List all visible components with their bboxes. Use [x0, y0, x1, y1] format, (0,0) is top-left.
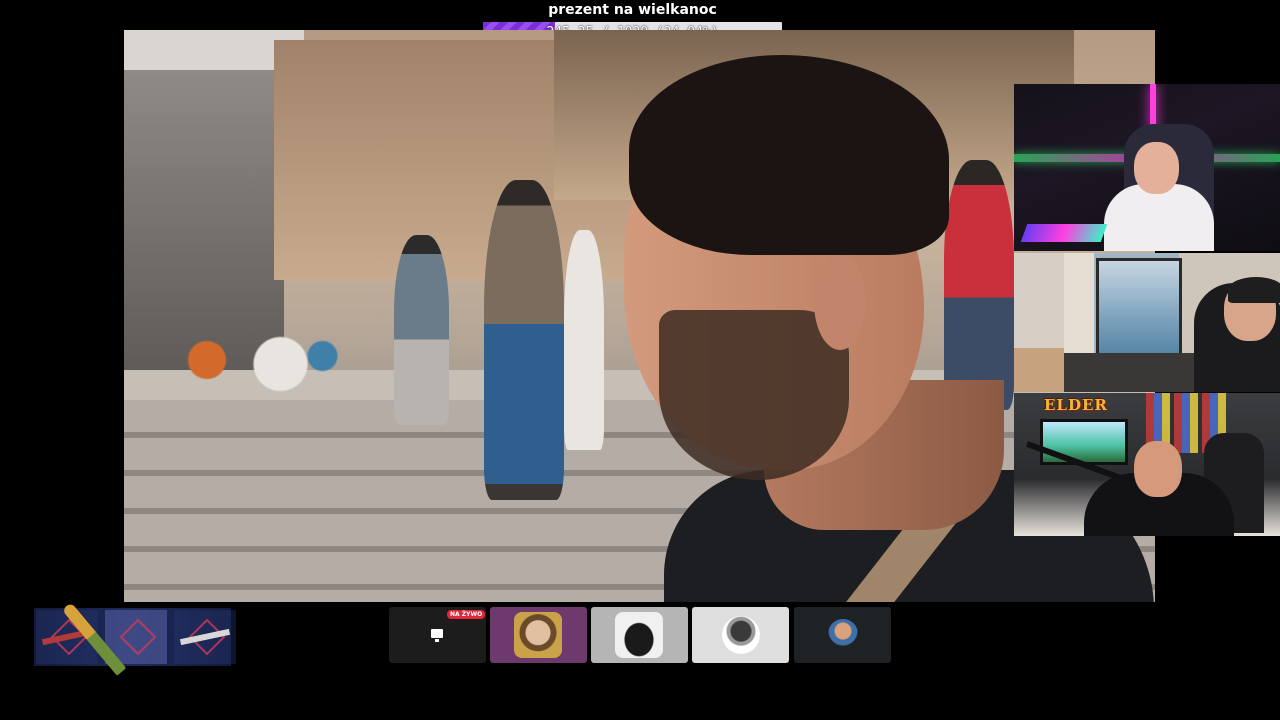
curtain: [1064, 253, 1094, 363]
channel-avatar: [828, 619, 858, 649]
channel-avatar: [615, 612, 663, 658]
webcam-streamer-2: [1014, 253, 1280, 392]
stream-tile[interactable]: [591, 607, 688, 663]
tv-cabinet: [1014, 348, 1064, 392]
video-host-ear: [814, 255, 866, 350]
stream-tile[interactable]: [794, 607, 891, 663]
goal-title: prezent na wielkanoc: [548, 2, 717, 18]
webcam-streamer-1: [1014, 84, 1280, 251]
stream-tile-live[interactable]: NA ŻYWO: [389, 607, 486, 663]
streamer-headset: [1228, 277, 1280, 303]
skins-showcase: [34, 608, 236, 666]
channel-avatar: [722, 616, 760, 654]
balcony-window: [1096, 258, 1182, 364]
video-bystander: [484, 180, 564, 500]
live-badge: NA ŻYWO: [447, 610, 486, 619]
webcam-streamer-3: ELDER: [1014, 393, 1280, 536]
elder-logo: ELDER: [1044, 396, 1108, 414]
skin-slot: [174, 610, 236, 664]
hexagon-icon: [119, 618, 157, 656]
video-crowd: [144, 320, 354, 400]
stream-tile[interactable]: [490, 607, 587, 663]
rgb-keyboard: [1020, 224, 1108, 242]
streamer-body: [1104, 184, 1214, 251]
main-video-player[interactable]: [124, 30, 1155, 602]
stream-tile[interactable]: [692, 607, 789, 663]
video-bystander: [394, 235, 449, 425]
aquarium: [1040, 419, 1128, 465]
video-bystander: [944, 160, 1014, 410]
channel-avatar: [514, 612, 562, 658]
monitor-icon: [431, 629, 443, 642]
streamer-head: [1134, 142, 1179, 194]
video-bystander: [564, 230, 604, 450]
streamer-head: [1134, 441, 1182, 497]
